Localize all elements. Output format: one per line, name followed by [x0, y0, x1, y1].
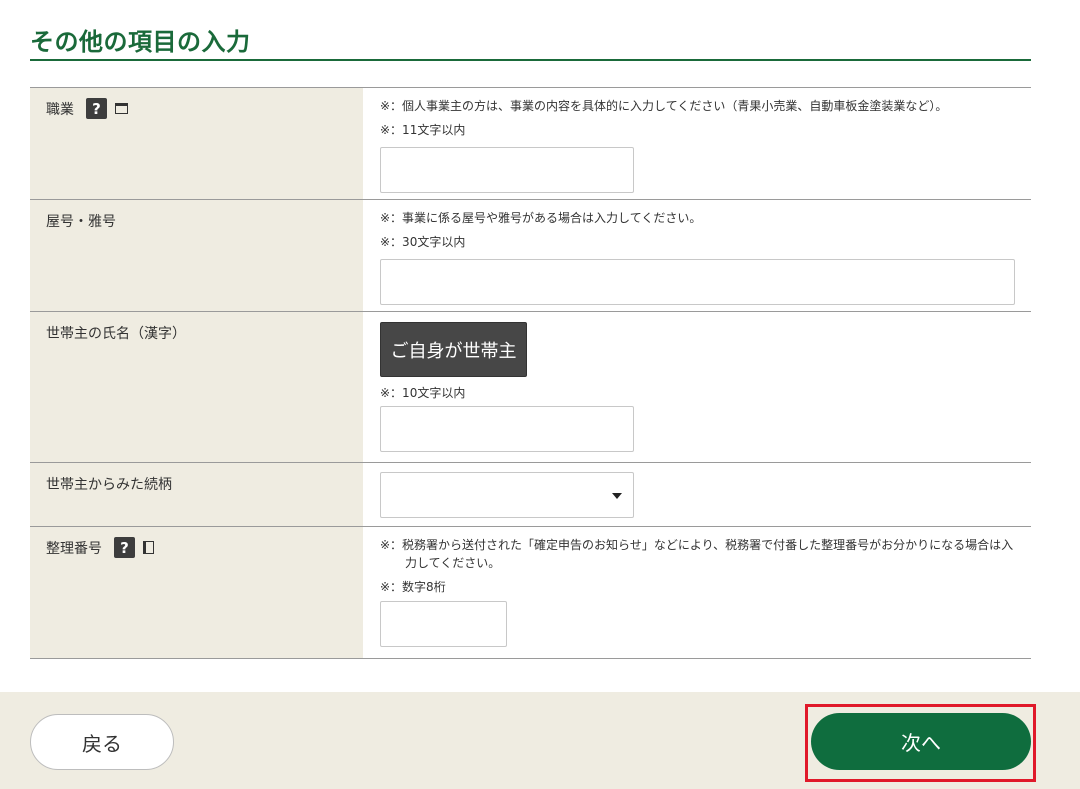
occupation-input[interactable]	[380, 147, 634, 193]
row-relationship: 世帯主からみた続柄	[30, 463, 1031, 527]
reference-number-note: ※：税務署から送付された「確定申告のお知らせ」などにより、税務署で付番した整理番…	[380, 538, 1014, 570]
reference-number-label: 整理番号	[46, 541, 102, 557]
householder-label: 世帯主の氏名（漢字）	[46, 326, 186, 342]
occupation-label: 職業	[46, 102, 74, 118]
triangle-down-icon	[612, 493, 622, 499]
title-underline	[30, 59, 1031, 61]
trade-name-value-cell: ※：事業に係る屋号や雅号がある場合は入力してください。 ※：30文字以内	[363, 200, 1031, 311]
row-householder: 世帯主の氏名（漢字） ご自身が世帯主 ※：10文字以内	[30, 312, 1031, 463]
reference-number-limit-note: ※：数字8桁	[380, 580, 446, 594]
help-icon[interactable]: ?	[114, 537, 135, 558]
relationship-label-cell: 世帯主からみた続柄	[30, 463, 363, 526]
reference-number-input[interactable]	[380, 601, 507, 647]
trade-name-label: 屋号・雅号	[46, 214, 116, 230]
trade-name-label-cell: 屋号・雅号	[30, 200, 363, 311]
row-occupation: 職業 ? ※：個人事業主の方は、事業の内容を具体的に入力してください（青果小売業…	[30, 88, 1031, 200]
householder-limit-note: ※：10文字以内	[380, 386, 466, 400]
occupation-label-cell: 職業 ?	[30, 88, 363, 199]
householder-name-input[interactable]	[380, 406, 634, 452]
window-icon[interactable]	[115, 103, 128, 114]
row-reference-number: 整理番号 ? ※：税務署から送付された「確定申告のお知らせ」などにより、税務署で…	[30, 527, 1031, 659]
row-trade-name: 屋号・雅号 ※：事業に係る屋号や雅号がある場合は入力してください。 ※：30文字…	[30, 200, 1031, 312]
footer-bar: 戻る 次へ	[0, 692, 1080, 789]
book-icon[interactable]	[143, 541, 154, 554]
householder-value-cell: ご自身が世帯主 ※：10文字以内	[363, 312, 1031, 462]
form-table: 職業 ? ※：個人事業主の方は、事業の内容を具体的に入力してください（青果小売業…	[30, 87, 1031, 659]
householder-label-cell: 世帯主の氏名（漢字）	[30, 312, 363, 462]
help-icon[interactable]: ?	[86, 98, 107, 119]
occupation-value-cell: ※：個人事業主の方は、事業の内容を具体的に入力してください（青果小売業、自動車板…	[363, 88, 1031, 199]
relationship-select[interactable]	[380, 472, 634, 518]
relationship-label: 世帯主からみた続柄	[46, 477, 172, 493]
trade-name-note: ※：事業に係る屋号や雅号がある場合は入力してください。	[380, 211, 702, 225]
trade-name-input[interactable]	[380, 259, 1015, 305]
occupation-limit-note: ※：11文字以内	[380, 123, 466, 137]
relationship-value-cell	[363, 463, 1031, 526]
back-button[interactable]: 戻る	[30, 714, 174, 770]
reference-number-label-cell: 整理番号 ?	[30, 527, 363, 658]
reference-number-value-cell: ※：税務署から送付された「確定申告のお知らせ」などにより、税務署で付番した整理番…	[363, 527, 1031, 658]
occupation-note: ※：個人事業主の方は、事業の内容を具体的に入力してください（青果小売業、自動車板…	[380, 99, 948, 113]
next-button[interactable]: 次へ	[811, 713, 1031, 770]
self-householder-button[interactable]: ご自身が世帯主	[380, 322, 527, 377]
trade-name-limit-note: ※：30文字以内	[380, 235, 466, 249]
section-title: その他の項目の入力	[30, 28, 251, 56]
